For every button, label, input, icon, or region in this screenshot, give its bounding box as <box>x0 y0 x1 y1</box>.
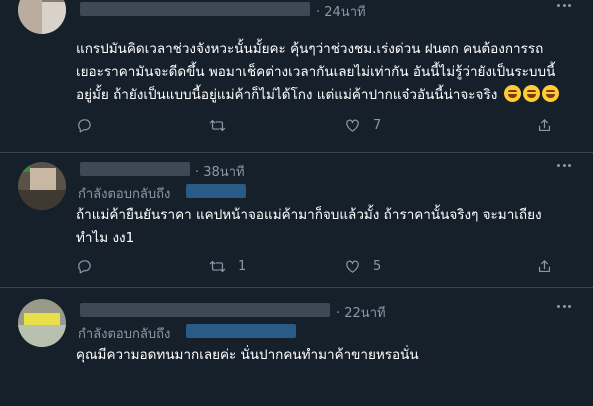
retweet-button[interactable] <box>209 115 238 135</box>
like-icon <box>346 119 359 132</box>
tweet-actions: 1 5 <box>76 256 396 276</box>
share-icon <box>538 118 551 131</box>
tweet-text: ถ้าแม่ค้ายืนยันราคา แคปหน้าจอแม่ค้ามาก็จ… <box>76 207 542 246</box>
more-icon[interactable] <box>557 305 571 311</box>
tweet-timestamp[interactable]: · 38นาที <box>195 161 245 182</box>
tweet-timestamp[interactable]: · 22นาที <box>336 302 386 323</box>
share-button[interactable] <box>536 256 553 276</box>
tweet-2[interactable]: · 38นาที กำลังตอบกลับถึง ถ้าแม่ค้ายืนยัน… <box>0 152 593 288</box>
tweet-timestamp[interactable]: · 24นาที <box>316 1 366 22</box>
retweet-button[interactable]: 1 <box>209 256 246 276</box>
like-count: 7 <box>373 117 382 133</box>
retweet-count: 1 <box>238 258 247 274</box>
like-count: 5 <box>373 258 382 274</box>
like-icon <box>346 260 359 273</box>
replying-to-label: กำลังตอบกลับถึง <box>78 327 171 342</box>
share-icon <box>538 259 551 272</box>
tears-of-joy-emoji <box>522 85 540 102</box>
avatar[interactable] <box>18 299 66 347</box>
tweet-1[interactable]: · 24นาที แกรปมันคิดเวลาช่วงจังหวะนั้นมั้… <box>0 0 593 153</box>
avatar[interactable] <box>18 162 66 210</box>
tweet-text: คุณมีความอดทนมากเลยค่ะ นั่นปากคนทำมาค้าข… <box>76 347 419 363</box>
author-name-blurred[interactable] <box>80 303 330 317</box>
tweet-text: แกรปมันคิดเวลาช่วงจังหวะนั้นมั้ยคะ คุ้นๆ… <box>76 38 573 107</box>
more-icon[interactable] <box>557 4 571 10</box>
tweet-3[interactable]: · 22นาที กำลังตอบกลับถึง คุณมีความอดทนมา… <box>0 287 593 406</box>
replying-to-label: กำลังตอบกลับถึง <box>78 187 171 202</box>
share-button[interactable] <box>536 115 553 135</box>
tweet-actions: 7 <box>76 115 396 135</box>
tears-of-joy-emoji <box>541 85 559 102</box>
reply-icon <box>78 118 91 132</box>
tweet-text-content: แกรปมันคิดเวลาช่วงจังหวะนั้นมั้ยคะ คุ้นๆ… <box>76 41 556 103</box>
avatar[interactable] <box>18 0 66 34</box>
more-icon[interactable] <box>557 164 571 170</box>
replying-to-handle-blurred[interactable] <box>186 324 296 338</box>
replying-to-handle-blurred[interactable] <box>186 184 246 198</box>
reply-button[interactable] <box>76 256 105 276</box>
author-name-blurred[interactable] <box>80 2 310 16</box>
like-button[interactable]: 7 <box>344 115 381 135</box>
tears-of-joy-emoji <box>503 85 521 102</box>
author-name-blurred[interactable] <box>80 162 190 176</box>
like-button[interactable]: 5 <box>344 256 381 276</box>
reply-icon <box>78 259 91 273</box>
reply-button[interactable] <box>76 115 105 135</box>
retweet-icon <box>209 260 226 272</box>
retweet-icon <box>209 119 226 131</box>
